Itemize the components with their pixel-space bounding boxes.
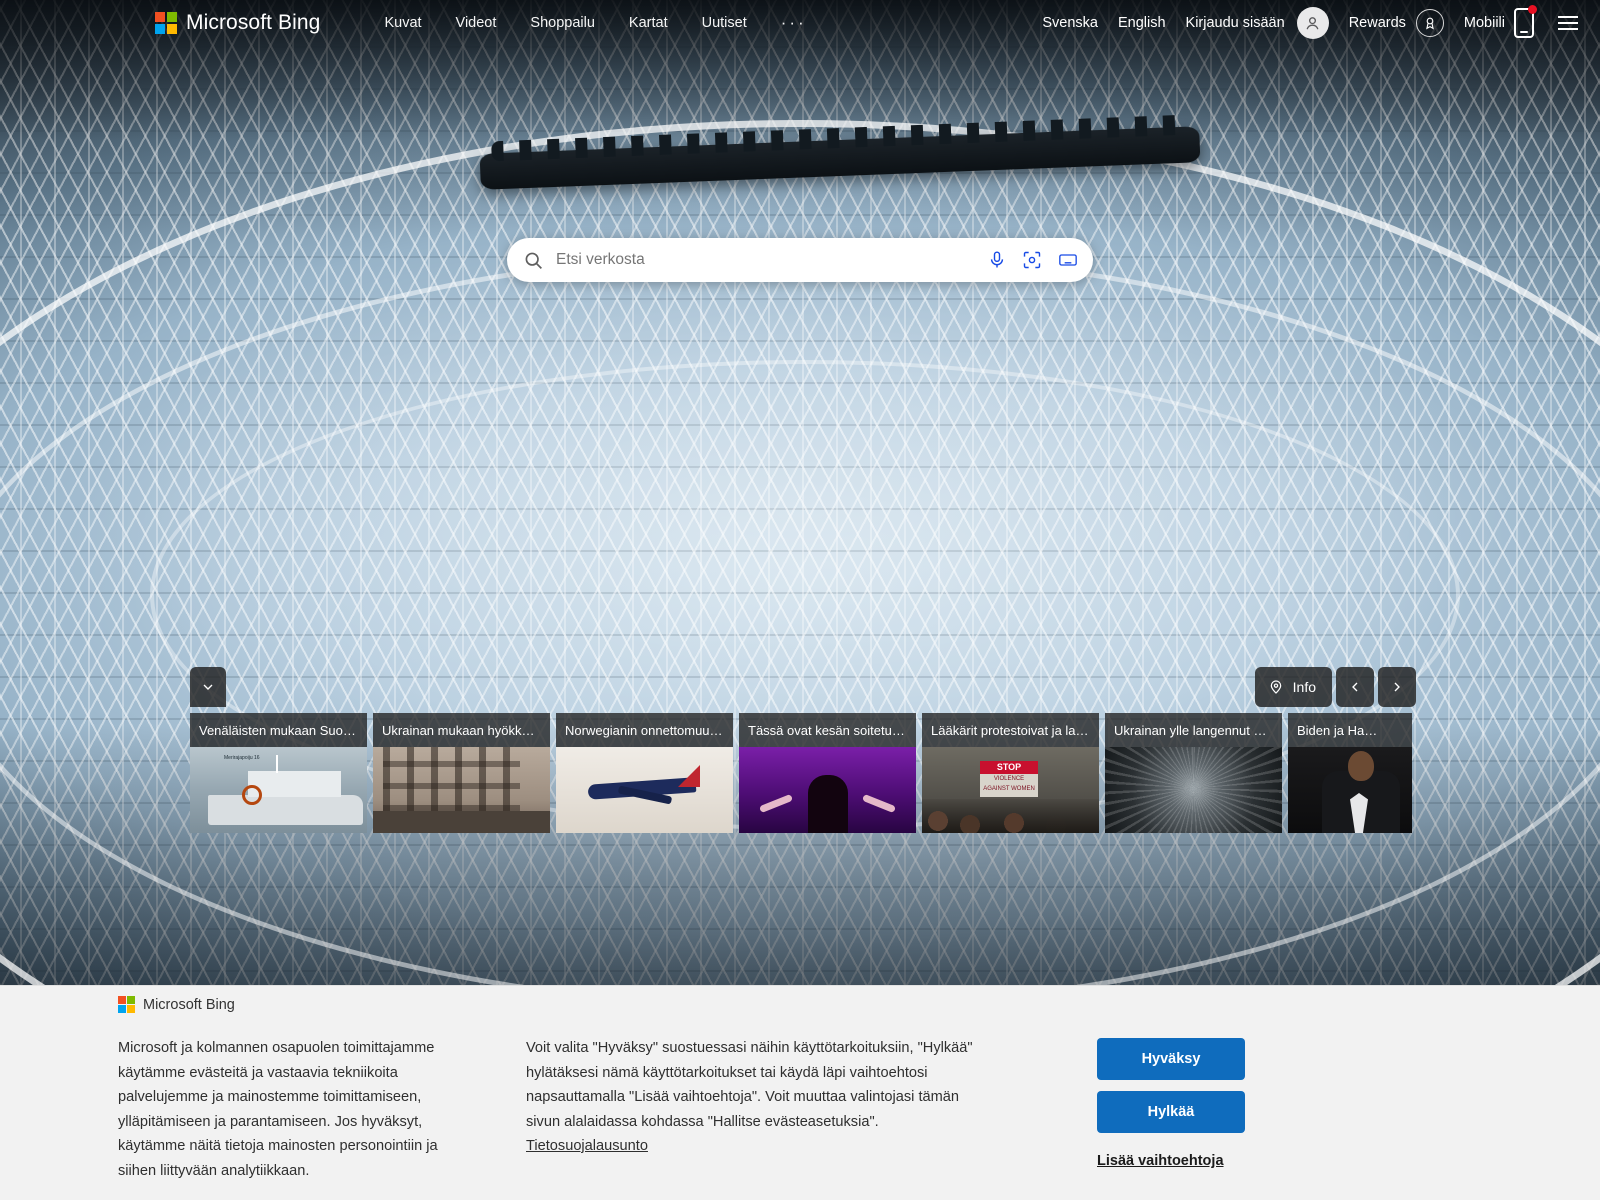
nav-more-icon[interactable]: ··· (781, 14, 807, 31)
protest-sign: STOP VIOLENCE AGAINST WOMEN (980, 761, 1038, 797)
avatar[interactable] (1296, 7, 1329, 39)
nav-item-shopping[interactable]: Shoppailu (530, 15, 595, 31)
nav-item-news[interactable]: Uutiset (702, 15, 747, 31)
keyboard-icon[interactable] (1057, 250, 1079, 270)
mobile-group[interactable]: Mobiili (1464, 5, 1537, 38)
info-label: Info (1292, 679, 1316, 695)
news-card-thumbnail (373, 747, 550, 833)
reject-button[interactable]: Hylkää (1097, 1091, 1245, 1133)
news-carousel[interactable]: Venäläisten mukaan Suo… Merirajapoiju 16… (190, 713, 1412, 833)
consent-text-right-body: Voit valita "Hyväksy" suostuessasi näihi… (526, 1040, 973, 1130)
protest-sign-line3: AGAINST WOMEN (983, 786, 1035, 792)
privacy-statement-link[interactable]: Tietosuojalausunto (526, 1138, 648, 1154)
search-input[interactable] (556, 251, 987, 269)
visual-search-icon[interactable] (1022, 250, 1042, 270)
news-card-title: Ukrainan mukaan hyökkä… (373, 713, 550, 747)
top-navigation-bar: Microsoft Bing Kuvat Videot Shoppailu Ka… (0, 0, 1600, 46)
collapse-carousel-button[interactable] (190, 667, 226, 707)
news-card-thumbnail: Merirajapoiju 16 (190, 747, 367, 833)
sign-in-link[interactable]: Kirjaudu sisään (1186, 15, 1285, 31)
news-card[interactable]: Ukrainan ylle langennut e… (1105, 713, 1282, 833)
rewards-group[interactable]: Rewards (1349, 9, 1444, 37)
search-actions (987, 250, 1079, 270)
location-pin-icon (1270, 680, 1281, 694)
info-button[interactable]: Info (1254, 667, 1332, 707)
accept-button[interactable]: Hyväksy (1097, 1038, 1245, 1080)
chevron-right-icon (1394, 682, 1400, 692)
search-area (507, 238, 1093, 282)
bing-logo[interactable]: Microsoft Bing (155, 11, 320, 35)
consent-buttons: Hyväksy Hylkää Lisää vaihtoehtoja (1097, 1038, 1245, 1170)
brand-text: Microsoft Bing (186, 11, 321, 34)
mobile-phone-icon[interactable] (1514, 5, 1537, 38)
news-card[interactable]: Venäläisten mukaan Suo… Merirajapoiju 16 (190, 713, 367, 833)
nav-item-images[interactable]: Kuvat (384, 15, 421, 31)
rewards-medal-icon[interactable] (1415, 9, 1444, 37)
mobile-label[interactable]: Mobiili (1464, 15, 1505, 31)
consent-brand-label: Microsoft Bing (143, 996, 235, 1013)
cookie-consent-banner: Microsoft Bing Microsoft ja kolmannen os… (0, 985, 1600, 1200)
news-card-thumbnail (1288, 747, 1412, 833)
news-card[interactable]: Lääkärit protestoivat ja lak… STOP VIOLE… (922, 713, 1099, 833)
language-swedish-link[interactable]: Svenska (1042, 15, 1098, 31)
news-card-title: Tässä ovat kesän soitetui… (739, 713, 916, 747)
news-card[interactable]: Norwegianin onnettomuus… (556, 713, 733, 833)
news-card-title: Lääkärit protestoivat ja lak… (922, 713, 1099, 747)
news-card-title: Venäläisten mukaan Suo… (190, 713, 367, 747)
protest-sign-headline: STOP (980, 761, 1038, 774)
microsoft-logo-icon (118, 996, 135, 1013)
microphone-icon[interactable] (987, 250, 1007, 270)
consent-text-left: Microsoft ja kolmannen osapuolen toimitt… (118, 1040, 438, 1179)
rewards-label[interactable]: Rewards (1349, 15, 1406, 31)
hero-background: Microsoft Bing Kuvat Videot Shoppailu Ka… (0, 0, 1600, 985)
search-icon (523, 250, 544, 271)
notification-dot (1528, 5, 1537, 14)
news-card[interactable]: Ukrainan mukaan hyökkä… (373, 713, 550, 833)
chevron-down-icon (203, 684, 213, 690)
more-options-link[interactable]: Lisää vaihtoehtoja (1097, 1153, 1224, 1169)
news-card-title: Ukrainan ylle langennut e… (1105, 713, 1282, 747)
hamburger-menu-icon[interactable] (1558, 16, 1578, 30)
news-card-title: Biden ja Ha… (1288, 713, 1412, 747)
nav-item-maps[interactable]: Kartat (629, 15, 668, 31)
language-english-link[interactable]: English (1118, 15, 1166, 31)
news-card-thumbnail: STOP VIOLENCE AGAINST WOMEN (922, 747, 1099, 833)
carousel-controls: Info (1254, 667, 1416, 707)
protest-sign-line2: VIOLENCE (993, 776, 1025, 782)
chevron-left-icon (1352, 682, 1358, 692)
thumbnail-caption: Merirajapoiju 16 (224, 755, 260, 761)
microsoft-logo-icon (155, 12, 177, 34)
nav-right-group: Svenska English Kirjaudu sisään Rewards … (1042, 5, 1578, 39)
news-card-title: Norwegianin onnettomuus… (556, 713, 733, 747)
news-card[interactable]: Biden ja Ha… (1288, 713, 1412, 833)
news-card[interactable]: Tässä ovat kesän soitetui… (739, 713, 916, 833)
search-box[interactable] (507, 238, 1093, 282)
carousel-prev-button[interactable] (1336, 667, 1374, 707)
nav-item-videos[interactable]: Videot (456, 15, 497, 31)
news-card-thumbnail (1105, 747, 1282, 833)
nav-links: Kuvat Videot Shoppailu Kartat Uutiset ··… (384, 14, 807, 31)
consent-brand: Microsoft Bing (118, 996, 235, 1013)
news-card-thumbnail (739, 747, 916, 833)
news-card-thumbnail (556, 747, 733, 833)
consent-text-right: Voit valita "Hyväksy" suostuessasi näihi… (526, 1036, 976, 1159)
carousel-next-button[interactable] (1378, 667, 1416, 707)
